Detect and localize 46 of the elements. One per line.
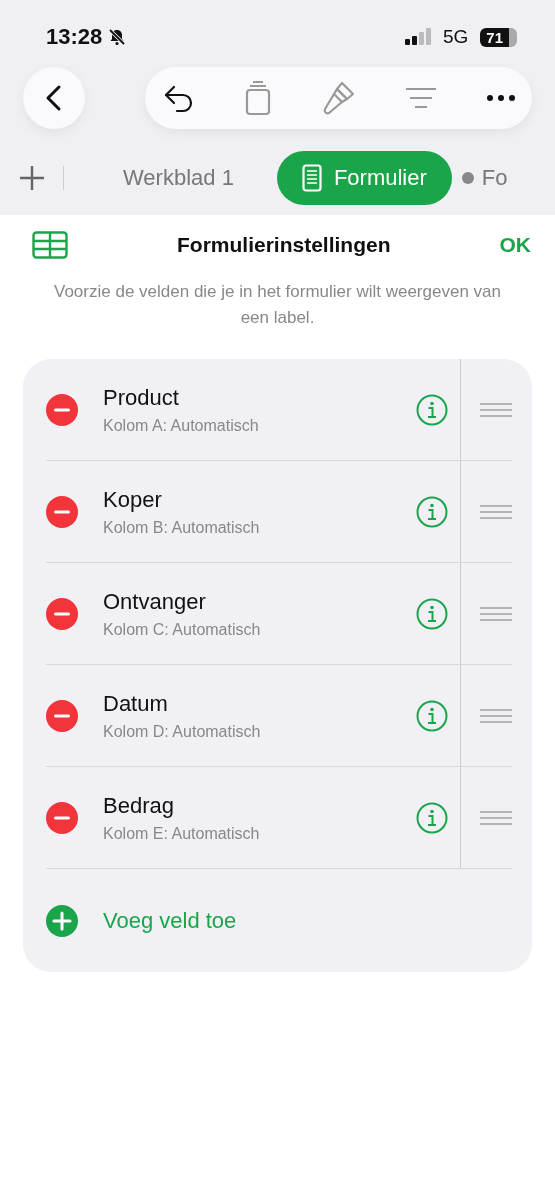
sheet-title: Formulierinstellingen xyxy=(177,233,391,257)
field-label: Ontvanger xyxy=(103,588,207,615)
remove-icon[interactable] xyxy=(46,801,78,834)
add-icon[interactable] xyxy=(46,904,78,937)
more-icon[interactable] xyxy=(486,94,516,102)
table-icon[interactable] xyxy=(32,231,68,259)
sheet-tab[interactable]: Formulier xyxy=(276,151,452,205)
remove-icon[interactable] xyxy=(46,495,78,528)
info-icon[interactable] xyxy=(416,393,448,426)
add-sheet-icon[interactable] xyxy=(19,165,45,191)
drag-handle-icon[interactable] xyxy=(480,809,512,826)
paintbrush-icon[interactable] xyxy=(321,80,356,116)
drag-handle-icon[interactable] xyxy=(480,605,512,622)
network-type: 5G xyxy=(442,26,469,48)
form-icon xyxy=(301,164,322,192)
remove-icon[interactable] xyxy=(46,699,78,732)
filter-icon[interactable] xyxy=(404,86,437,110)
sheet-tab[interactable]: Werkblad 1 xyxy=(98,151,259,205)
battery-level: 71 xyxy=(480,27,517,47)
description: Voorzie de velden die je in het formulier wilt weergeven van een label. xyxy=(53,281,502,329)
signal-icon xyxy=(404,28,433,46)
field-column: Kolom C: Automatisch xyxy=(103,620,416,639)
drag-handle-icon[interactable] xyxy=(480,503,512,520)
add-field-button[interactable]: Voeg veld toe xyxy=(103,907,237,934)
info-icon[interactable] xyxy=(416,495,448,528)
muted-bell-icon xyxy=(108,28,127,46)
field-column: Kolom E: Automatisch xyxy=(103,824,416,843)
field-column: Kolom B: Automatisch xyxy=(103,518,416,537)
field-column: Kolom D: Automatisch xyxy=(103,722,416,741)
field-label: Product xyxy=(103,384,180,411)
info-icon[interactable] xyxy=(416,597,448,630)
field-column: Kolom A: Automatisch xyxy=(103,416,416,435)
remove-icon[interactable] xyxy=(46,393,78,426)
field-label: Bedrag xyxy=(103,792,175,819)
info-icon[interactable] xyxy=(416,699,448,732)
drag-handle-icon[interactable] xyxy=(480,401,512,418)
field-label: Datum xyxy=(103,690,169,717)
status-time: 13:28 xyxy=(46,24,103,50)
ok-button[interactable]: OK xyxy=(499,233,531,257)
info-icon[interactable] xyxy=(416,801,448,834)
field-label: Koper xyxy=(103,486,163,513)
remove-icon[interactable] xyxy=(46,597,78,630)
undo-icon[interactable] xyxy=(163,83,195,113)
sheet-tab[interactable]: Fo xyxy=(461,151,508,205)
drag-handle-icon[interactable] xyxy=(480,707,512,724)
stack-icon[interactable] xyxy=(244,80,273,116)
